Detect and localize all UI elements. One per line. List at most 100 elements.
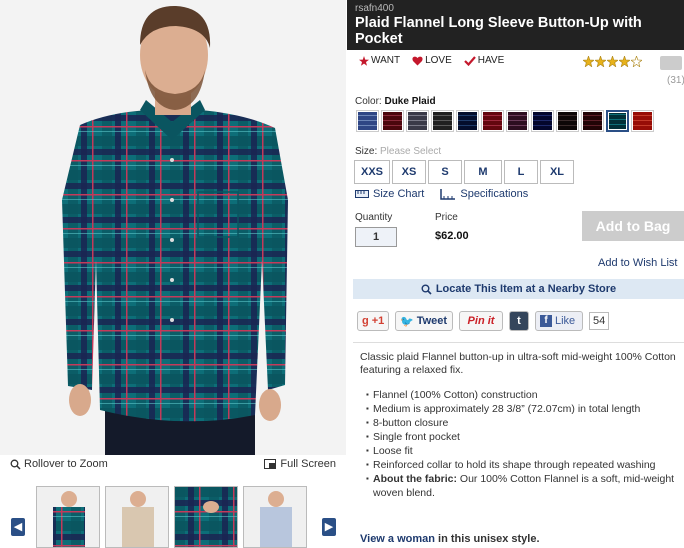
rating-stars[interactable] (583, 56, 642, 67)
view-woman-row: View a woman in this unisex style. (360, 533, 540, 545)
size-option-l[interactable]: L (504, 160, 538, 184)
size-options: XXS XS S M L XL (354, 160, 574, 184)
color-swatch[interactable] (631, 110, 654, 132)
add-to-bag-button[interactable]: Add to Bag (582, 211, 684, 241)
full-screen-label: Full Screen (280, 458, 336, 470)
swatch-fill (533, 112, 552, 130)
rollover-zoom: Rollover to Zoom (10, 458, 108, 470)
swatch-fill (458, 112, 477, 130)
size-chart-link[interactable]: Size Chart (355, 188, 424, 200)
color-label-row: Color: Duke Plaid (355, 96, 436, 107)
size-label-row: Size: Please Select (355, 146, 441, 157)
tweet-button[interactable]: 🐦 Tweet (395, 311, 453, 331)
thumbnail-strip: ◀ ▶ (0, 482, 346, 548)
gplus-button[interactable]: g +1 (357, 311, 389, 331)
product-title-bar: rsafn400 Plaid Flannel Long Sleeve Butto… (347, 0, 684, 50)
social-share-bar: g +1 🐦 Tweet Pin it t f Like 54 (357, 311, 610, 331)
feature-item: Flannel (100% Cotton) construction (366, 388, 682, 402)
thumbnail-1[interactable] (36, 486, 100, 548)
color-swatch[interactable] (431, 110, 454, 132)
model-photo (0, 0, 346, 455)
feature-item: Reinforced collar to hold its shape thro… (366, 458, 682, 472)
tweet-label: Tweet (416, 315, 448, 327)
size-option-s[interactable]: S (428, 160, 462, 184)
star-icon (359, 55, 369, 66)
product-main-image[interactable] (0, 0, 346, 455)
social-actions: WANT LOVE HAVE (359, 55, 504, 66)
magnifier-icon (10, 459, 21, 470)
color-swatch[interactable] (581, 110, 604, 132)
color-label: Color: (355, 96, 382, 107)
pinit-button[interactable]: Pin it (459, 311, 503, 331)
have-button[interactable]: HAVE (463, 55, 505, 66)
color-swatch[interactable] (356, 110, 379, 132)
thumbnail-2[interactable] (105, 486, 169, 548)
feature-item: 8-button closure (366, 416, 682, 430)
chevron-left-icon: ◀ (13, 521, 23, 533)
color-swatch[interactable] (506, 110, 529, 132)
measure-icon (440, 189, 456, 200)
locate-store-button[interactable]: Locate This Item at a Nearby Store (353, 279, 684, 299)
thumbnail-3-image (175, 487, 237, 547)
thumbnail-4-image (244, 487, 306, 547)
color-swatch[interactable] (481, 110, 504, 132)
size-label: Size: (355, 146, 378, 157)
quantity-input[interactable]: 1 (355, 227, 397, 247)
selected-color-name: Duke Plaid (384, 96, 436, 107)
swatch-fill (609, 113, 626, 129)
swatch-fill (583, 112, 602, 130)
thumbnail-3[interactable] (174, 486, 238, 548)
size-option-m[interactable]: M (464, 160, 502, 184)
swatch-fill (433, 112, 452, 130)
size-option-xs[interactable]: XS (392, 160, 426, 184)
star-filled-icon (619, 56, 630, 67)
tumblr-icon: t (517, 315, 521, 327)
product-sku: rsafn400 (355, 3, 394, 14)
fullscreen-icon (264, 459, 277, 469)
color-swatch[interactable] (406, 110, 429, 132)
specifications-link[interactable]: Specifications (440, 188, 528, 200)
star-filled-icon (607, 56, 618, 67)
love-button[interactable]: LOVE (412, 55, 452, 66)
thumb-prev-button[interactable]: ◀ (11, 518, 25, 536)
view-woman-link[interactable]: View a woman (360, 533, 435, 545)
full-screen-button[interactable]: Full Screen (264, 458, 336, 470)
size-option-xl[interactable]: XL (540, 160, 574, 184)
size-option-xxs[interactable]: XXS (354, 160, 390, 184)
tumblr-button[interactable]: t (509, 311, 529, 331)
love-label: LOVE (425, 55, 452, 66)
pinit-label: Pin it (467, 315, 495, 327)
section-divider (353, 342, 684, 343)
gplus-icon: g (362, 315, 369, 327)
feature-item: Loose fit (366, 444, 682, 458)
star-filled-icon (595, 56, 606, 67)
fabric-label: About the fabric: (373, 473, 457, 485)
thumbnail-2-image (106, 487, 168, 547)
color-swatch[interactable] (556, 110, 579, 132)
heart-icon (412, 56, 423, 65)
product-description: Classic plaid Flannel button-up in ultra… (360, 351, 676, 376)
color-swatch[interactable] (456, 110, 479, 132)
have-label: HAVE (477, 55, 505, 66)
thumbnail-4[interactable] (243, 486, 307, 548)
want-button[interactable]: WANT (359, 55, 400, 66)
color-swatch[interactable] (606, 110, 629, 132)
checkmark-icon (463, 55, 476, 66)
color-swatch[interactable] (381, 110, 404, 132)
color-swatch[interactable] (531, 110, 554, 132)
review-count[interactable]: (31) (667, 75, 684, 86)
feature-list: Flannel (100% Cotton) construction Mediu… (366, 388, 682, 500)
comment-icon[interactable] (660, 56, 682, 70)
feature-item: Medium is approximately 28 3/8” (72.07cm… (366, 402, 682, 416)
feature-item: Single front pocket (366, 430, 682, 444)
swatch-fill (558, 112, 577, 130)
add-to-wishlist-link[interactable]: Add to Wish List (598, 257, 677, 269)
twitter-icon: 🐦 (400, 315, 414, 328)
quantity-label: Quantity (355, 212, 393, 223)
chevron-right-icon: ▶ (324, 521, 334, 533)
price-value: $62.00 (435, 230, 469, 242)
swatch-fill (383, 112, 402, 130)
facebook-like-button[interactable]: f Like (535, 311, 583, 331)
thumb-next-button[interactable]: ▶ (322, 518, 336, 536)
product-title: Plaid Flannel Long Sleeve Button-Up with… (355, 15, 642, 47)
